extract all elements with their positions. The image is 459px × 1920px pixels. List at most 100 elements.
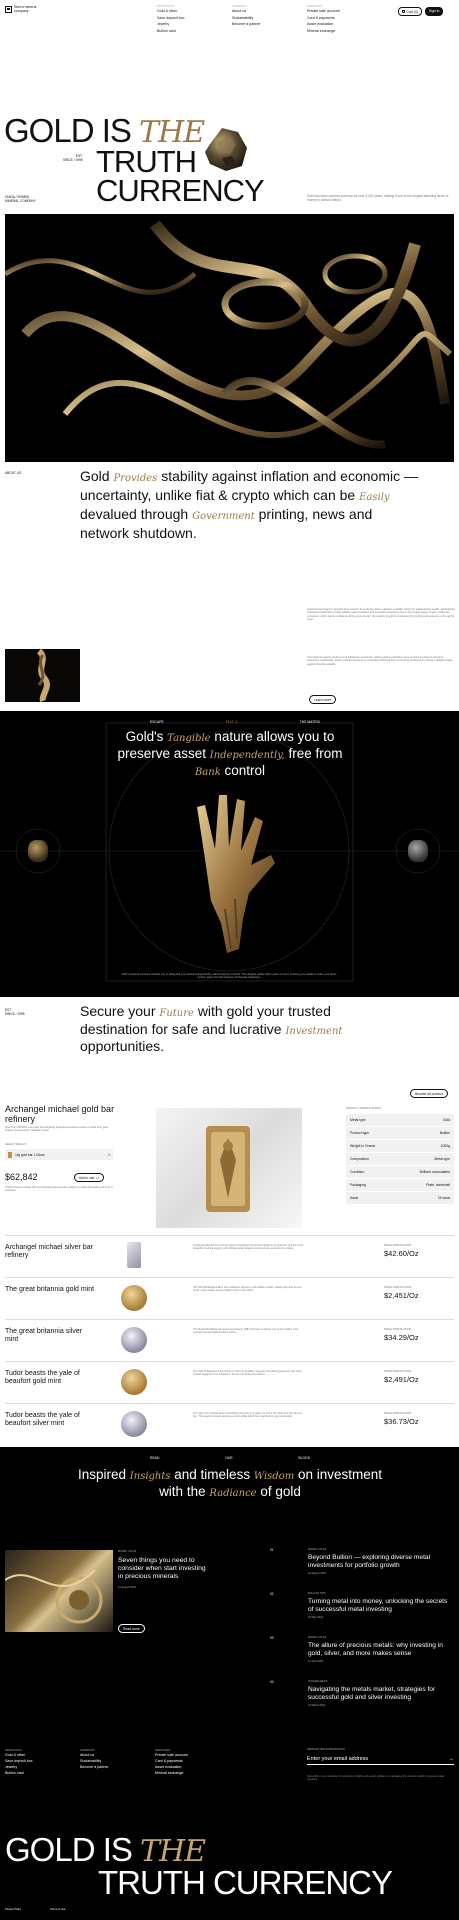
spec-row: Metal type Gold — [346, 1114, 454, 1127]
secure-accent: Investment — [285, 1025, 343, 1037]
arrow-right-icon[interactable]: → — [449, 1756, 455, 1762]
gold-bar-image — [156, 1108, 302, 1228]
featured-title: Archangel michael gold bar refinery — [5, 1104, 115, 1124]
spec-row: Condition Brilliant uncirculated — [346, 1166, 454, 1179]
tangible-accent: Independently, — [209, 750, 285, 761]
brand-name-2: company — [14, 9, 29, 13]
product-row[interactable]: The great britannia silver mint The Roya… — [5, 1319, 454, 1361]
read-more-button[interactable]: Read more — [118, 1624, 145, 1633]
hero-gold-swirl-image — [5, 214, 454, 462]
secure-heading: Secure your Future with gold your truste… — [80, 1003, 370, 1055]
featured-blog-date: 12 August 2024 — [118, 1586, 137, 1589]
featured-blog-title[interactable]: Seven things you need to consider when s… — [118, 1557, 208, 1580]
blog-item[interactable]: MONEY TALKS Beyond Bullion — exploring d… — [270, 1548, 454, 1592]
chevron-down-icon: ▾ — [108, 1152, 110, 1157]
product-row[interactable]: Tudor beasts the yale of beaufort silver… — [5, 1403, 454, 1447]
product-row[interactable]: Tudor beasts the yale of beaufort gold m… — [5, 1361, 454, 1403]
spec-table: Metal type Gold Product type Bullion Weigh… — [346, 1114, 454, 1205]
tag-fiat: FIAT & — [225, 720, 238, 724]
gold-coin-thumb — [121, 1369, 147, 1395]
spec-key: Condition — [350, 1170, 365, 1174]
spec-value: Metal type — [434, 1157, 450, 1161]
nav-services: SERVICES Private safe account Card & pay… — [307, 4, 340, 34]
brand-logo[interactable]: Sierra mineral company — [5, 5, 36, 13]
blog-date: 26 May 2024 — [308, 1616, 323, 1619]
product-desc: The Yale is a mythical beast resembling … — [193, 1412, 302, 1419]
cart-icon: ⊡ — [96, 1175, 100, 1180]
blog-item[interactable]: 03 MONEY TALKS The allure of precious me… — [270, 1636, 454, 1680]
signin-button[interactable]: Sign in — [425, 7, 444, 16]
footer-link[interactable]: Become a partner — [80, 1764, 109, 1770]
spec-heading: PRODUCT SPECIFICATIONS — [346, 1107, 381, 1110]
product-row[interactable]: Archangel michael silver bar refinery Ar… — [5, 1235, 454, 1277]
about-section: ABOUT US Gold Provides stability against… — [0, 466, 459, 706]
featured-blog-category: MONEY TALKS — [118, 1550, 137, 1553]
footer-company: COMPANY About us Sustainability Become a… — [80, 1748, 109, 1770]
blog-list: MONEY TALKS Beyond Bullion — exploring d… — [270, 1548, 454, 1724]
about-accent: Easily — [359, 492, 390, 503]
footer-link[interactable]: Mineral exchange — [155, 1770, 188, 1776]
since-label: SINCE / 1995 — [5, 1012, 25, 1017]
nav-link[interactable]: Become a partner — [232, 21, 261, 28]
blog-category: MONEY TALKS — [308, 1636, 327, 1639]
about-paragraph-2: This inherent scarcity tends to curb inf… — [307, 656, 453, 666]
spec-key: Karat — [350, 1196, 359, 1200]
product-list: Archangel michael silver bar refinery Ar… — [0, 1235, 459, 1447]
blog-item[interactable]: 02 BULLION TIPS Turning metal into money… — [270, 1592, 454, 1636]
tangible-text: control — [224, 763, 266, 778]
since-label: SINCE / 1995 — [63, 158, 83, 163]
hero-description: Gold has been used as currency for over … — [307, 194, 449, 203]
location-2: MINERAL COMPANY — [5, 199, 36, 204]
tag-blogs: BLOGS — [298, 1456, 310, 1460]
about-text: Gold — [80, 468, 110, 484]
price-label: PRICE STARTS FROM — [384, 1370, 411, 1373]
secure-text: opportunities. — [80, 1038, 165, 1054]
cart-button[interactable]: Cart (0) — [398, 7, 422, 16]
blog-date: 17 April 2024 — [308, 1660, 324, 1663]
tangible-accent: Tangible — [167, 733, 211, 744]
product-row[interactable]: The great britannia gold mint The 2024 B… — [5, 1277, 454, 1319]
blog-date: 12 August 2024 — [308, 1572, 327, 1575]
tangible-text: Gold's — [125, 729, 164, 744]
product-price: $42.60/Oz — [384, 1249, 419, 1258]
terms-link[interactable]: Terms of Use — [50, 1908, 65, 1911]
add-to-cart-button[interactable]: Add to cart ⊡ — [74, 1173, 105, 1182]
footer-link[interactable]: Bullion card — [5, 1770, 33, 1776]
about-paragraph-1: Gold's limited supply & physical form en… — [307, 608, 455, 622]
spec-key: Composition — [350, 1157, 369, 1161]
footer-big-line-2: TRUTH CURRENCY — [98, 1864, 393, 1901]
tag-read: READ — [150, 1456, 160, 1460]
privacy-link[interactable]: Privacy Policy — [5, 1908, 21, 1911]
nav-products: PRODUCTS Gold & silver Save deposit box … — [157, 4, 185, 34]
product-name: Archangel michael silver bar refinery — [5, 1244, 93, 1259]
browse-all-button[interactable]: Browse all product — [410, 1089, 448, 1098]
silver-coin-thumb — [121, 1327, 147, 1353]
tag-escape: ESCAPE — [150, 720, 164, 724]
spec-value: 1000g — [440, 1144, 450, 1148]
product-price: $2,491/Oz — [384, 1375, 419, 1384]
learn-more-button[interactable]: Learn more — [309, 695, 337, 704]
blog-category: MONEY TALKS — [308, 1548, 327, 1551]
blog-category: GOLDEN NEWS — [308, 1680, 328, 1683]
price-label: PRICE STARTS FROM — [384, 1412, 411, 1415]
cart-label: Cart (0) — [406, 9, 419, 14]
nav-company: COMPANY About us Sustainability Become a… — [232, 4, 261, 28]
price-label: PRICE STARTS FROM — [384, 1244, 411, 1247]
footer-big-word: GOLD IS — [5, 1831, 133, 1868]
email-input[interactable]: Enter your email address — [307, 1756, 368, 1762]
site-header: Sierra mineral company PRODUCTS Gold & s… — [0, 0, 459, 50]
weight-select[interactable]: 1kg gold bar 1.00ozs ▾ — [5, 1149, 113, 1160]
gold-sculpture-thumbnail — [5, 649, 80, 702]
blog-section: READ OUR BLOGS Inspired Insights and tim… — [0, 1447, 459, 1920]
product-name: Tudor beasts the yale of beaufort gold m… — [5, 1370, 80, 1385]
nav-link[interactable]: Private safe account — [307, 8, 340, 15]
footer-big-line-1: GOLD IS THE — [5, 1831, 206, 1868]
about-heading: Gold Provides stability against inflatio… — [80, 468, 420, 541]
tangible-accent: Bank — [194, 767, 221, 778]
featured-price: $62,842 — [5, 1172, 38, 1182]
nav-link[interactable]: Mineral exchange — [307, 28, 340, 35]
product-price: $36.73/Oz — [384, 1417, 419, 1426]
nav-link[interactable]: Bullion card — [157, 28, 185, 35]
blog-item[interactable]: 04 GOLDEN NEWS Navigating the metals mar… — [270, 1680, 454, 1724]
left-nugget — [28, 840, 48, 862]
